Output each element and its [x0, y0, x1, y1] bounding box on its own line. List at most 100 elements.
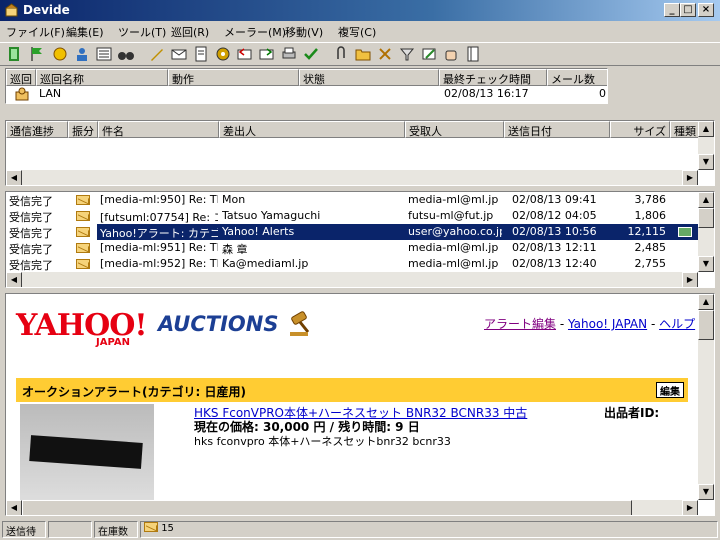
attach-icon[interactable] [332, 45, 350, 63]
menu-copy[interactable]: 複写(C) [338, 24, 376, 40]
mail-row[interactable]: 受信完了 [futsuml:07754] Re: コ Tatsuo Yamaguch… [6, 208, 698, 224]
help-link[interactable]: ヘルプ [659, 317, 695, 331]
mail-envelope-icon [76, 243, 90, 253]
mail-from: Mon [222, 193, 246, 206]
item-description: hks fconvpro 本体+ハーネスセットbnr32 bcnr33 [194, 435, 451, 448]
send-queue-table: 通信進捗 振分 件名 差出人 受取人 送信日付 サイズ 種類 ▲ ▼ ◀ ▶ [5, 120, 715, 186]
flag-icon[interactable] [28, 45, 46, 63]
send-header-subject[interactable]: 件名 [98, 121, 219, 138]
send-header-size[interactable]: サイズ [610, 121, 670, 138]
patrol-icon[interactable] [51, 45, 69, 63]
check-icon[interactable] [302, 45, 320, 63]
settings-icon[interactable] [214, 45, 232, 63]
item-photo[interactable] [20, 404, 154, 500]
menu-file[interactable]: ファイル(F) [6, 24, 65, 40]
patrol-mail-count: 0 [599, 87, 606, 100]
mail-to: user@yahoo.co.jp [408, 225, 502, 238]
send-hscroll[interactable]: ◀ ▶ [6, 170, 698, 185]
list-icon[interactable] [95, 45, 113, 63]
mail-size: 12,115 [627, 225, 667, 238]
mail-size: 2,485 [634, 241, 667, 254]
menu-mailer[interactable]: メーラー(M) [224, 24, 286, 40]
mail-list: 受信完了 [media-ml:950] Re: TDI Mon media-ml@ml… [5, 191, 715, 288]
menu-bar: ファイル(F) 編集(E) ツール(T) 巡回(R) メーラー(M) 移動(V)… [0, 21, 720, 41]
scroll-thumb[interactable] [698, 310, 714, 340]
mail-status: 受信完了 [9, 227, 53, 240]
scroll-down-icon[interactable]: ▼ [698, 484, 714, 500]
user-icon[interactable] [73, 45, 91, 63]
patrol-row[interactable]: LAN 02/08/13 16:17 0 [6, 86, 607, 102]
send-header-from[interactable]: 差出人 [219, 121, 405, 138]
edit-button[interactable]: 編集 [656, 382, 684, 398]
exit-icon[interactable] [6, 45, 24, 63]
alert-banner-title: オークションアラート(カテゴリ: 日産用) [22, 385, 246, 399]
scroll-up-icon[interactable]: ▲ [698, 121, 714, 137]
sort-icon[interactable] [376, 45, 394, 63]
mail-row[interactable]: 受信完了 Yahoo!アラート: カテゴリ Yahoo! Alerts user@ya… [6, 224, 698, 240]
send-header-to[interactable]: 受取人 [405, 121, 504, 138]
preview-vscroll[interactable]: ▲ ▼ [698, 294, 714, 500]
document-icon[interactable] [192, 45, 210, 63]
patrol-header-name[interactable]: 巡回名称 [36, 69, 168, 86]
scroll-thumb[interactable] [698, 208, 714, 228]
print-icon[interactable] [280, 45, 298, 63]
auctions-logo: AUCTIONS [158, 312, 279, 336]
scroll-right-icon[interactable]: ▶ [682, 170, 698, 185]
new-mail-icon[interactable] [170, 45, 188, 63]
mail-envelope-icon [76, 195, 90, 205]
mail-row[interactable]: 受信完了 [media-ml:951] Re: TDI 森 章 media-ml@ml… [6, 240, 698, 256]
send-header-sort[interactable]: 振分 [68, 121, 98, 138]
mail-vscroll[interactable]: ▲ ▼ [698, 192, 714, 272]
mail-row[interactable]: 受信完了 [media-ml:952] Re: TDI Ka@mediaml.jp m… [6, 256, 698, 272]
mail-hscroll[interactable]: ◀ ▶ [6, 272, 698, 287]
close-button[interactable]: × [698, 3, 714, 17]
send-header-type[interactable]: 種類 [670, 121, 700, 138]
scroll-down-icon[interactable]: ▼ [698, 154, 714, 170]
binoculars-icon[interactable] [117, 45, 135, 63]
hand-icon[interactable] [442, 45, 460, 63]
scroll-up-icon[interactable]: ▲ [698, 294, 714, 310]
mail-envelope-icon [144, 522, 158, 532]
maximize-button[interactable]: □ [680, 3, 696, 17]
yahoo-japan-link[interactable]: Yahoo! JAPAN [568, 317, 647, 331]
pen-icon[interactable] [148, 45, 166, 63]
mail-status: 受信完了 [9, 211, 53, 224]
folder-icon[interactable] [354, 45, 372, 63]
scroll-thumb[interactable] [22, 500, 632, 515]
scroll-left-icon[interactable]: ◀ [6, 170, 22, 185]
preview-hscroll[interactable]: ◀ ▶ [6, 500, 698, 515]
status-bar: 送信待 在庫数 15 [0, 519, 720, 540]
edit-icon[interactable] [420, 45, 438, 63]
mail-row[interactable]: 受信完了 [media-ml:950] Re: TDI Mon media-ml@ml… [6, 192, 698, 208]
patrol-header-action[interactable]: 動作 [168, 69, 299, 86]
menu-edit[interactable]: 編集(E) [66, 24, 104, 40]
mail-to: media-ml@ml.jp [408, 241, 499, 254]
minimize-button[interactable]: _ [664, 3, 680, 17]
menu-patrol[interactable]: 巡回(R) [171, 24, 209, 40]
patrol-header-mail-count[interactable]: メール数 [547, 69, 607, 86]
scroll-left-icon[interactable]: ◀ [6, 272, 22, 287]
scroll-down-icon[interactable]: ▼ [698, 256, 714, 272]
patrol-header-state[interactable]: 状態 [299, 69, 439, 86]
status-send-wait: 送信待 [2, 521, 46, 538]
forward-icon[interactable] [258, 45, 276, 63]
menu-move[interactable]: 移動(V) [285, 24, 323, 40]
mail-envelope-icon [76, 259, 90, 269]
seller-label: 出品者ID: [604, 406, 660, 420]
scroll-right-icon[interactable]: ▶ [682, 272, 698, 287]
notebook-icon[interactable] [464, 45, 482, 63]
reply-icon[interactable] [236, 45, 254, 63]
toolbar [0, 42, 720, 66]
menu-tools[interactable]: ツール(T) [118, 24, 166, 40]
scroll-up-icon[interactable]: ▲ [698, 192, 714, 208]
patrol-header-patrol[interactable]: 巡回 [6, 69, 36, 86]
alert-edit-link[interactable]: アラート編集 [484, 317, 556, 331]
send-header-progress[interactable]: 通信進捗 [6, 121, 68, 138]
send-vscroll[interactable]: ▲ ▼ [698, 121, 714, 170]
filter-icon[interactable] [398, 45, 416, 63]
patrol-header-last-check[interactable]: 最終チェック時間 [439, 69, 547, 86]
scroll-left-icon[interactable]: ◀ [6, 500, 22, 515]
scroll-right-icon[interactable]: ▶ [682, 500, 698, 515]
mail-date: 02/08/13 12:11 [512, 241, 597, 254]
send-header-date[interactable]: 送信日付 [504, 121, 610, 138]
